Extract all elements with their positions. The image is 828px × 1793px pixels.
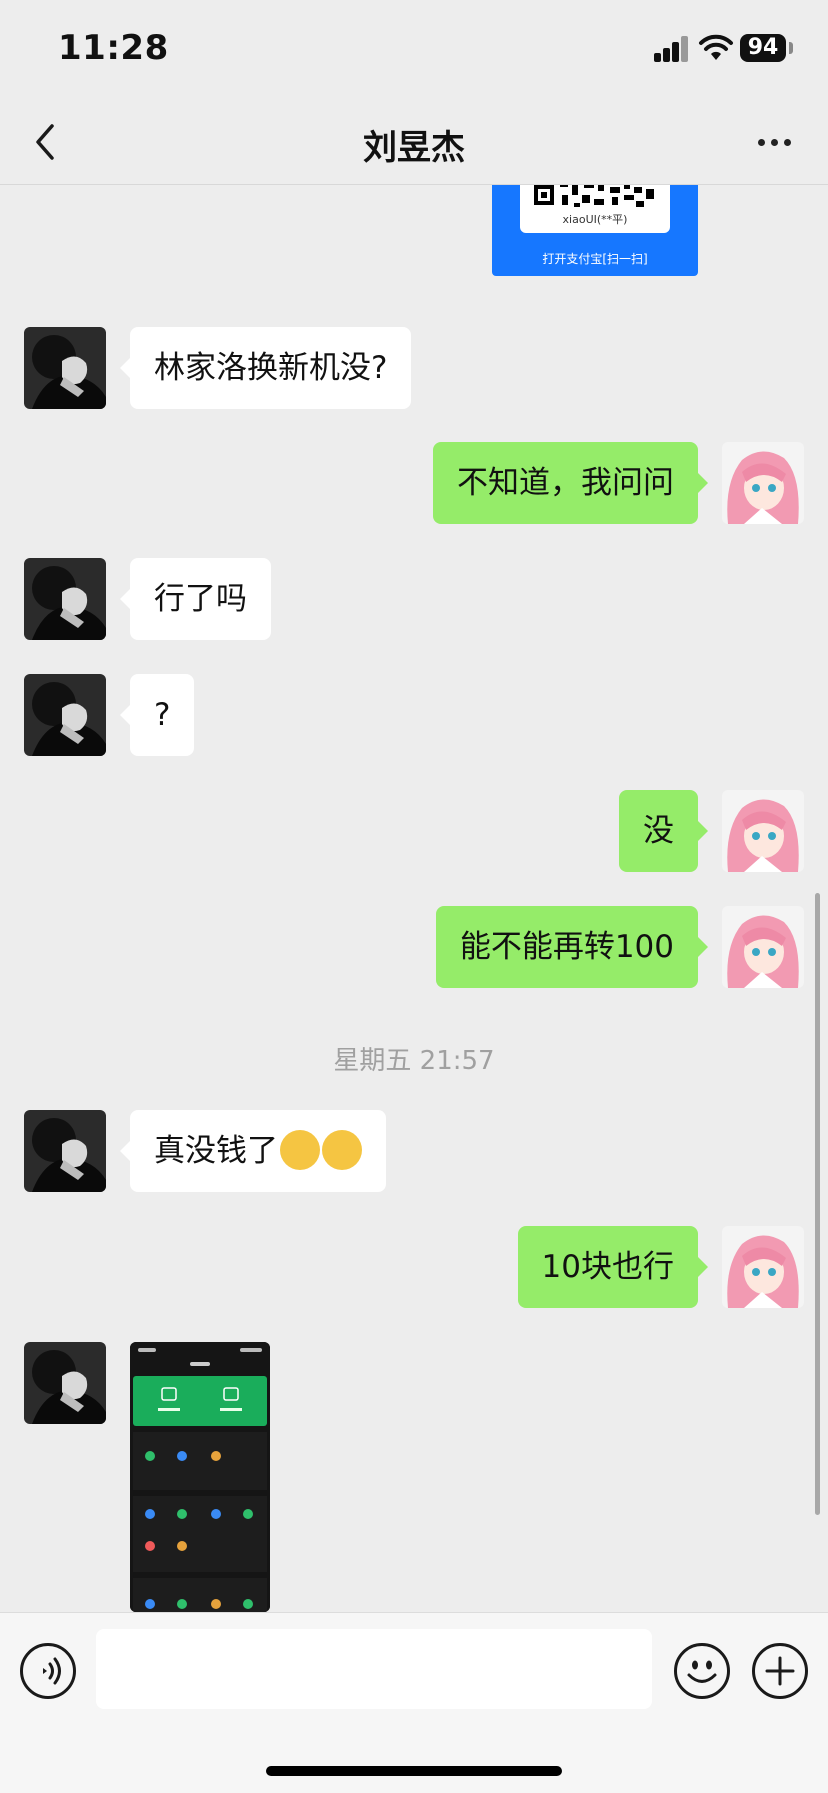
message-bubble-incoming[interactable]: 行了吗 (120, 558, 271, 640)
screenshot-image (130, 1342, 270, 1612)
chat-title: 刘昱杰 (363, 128, 465, 168)
more-button[interactable] (744, 118, 804, 166)
message-list[interactable]: xiaoUI(**平) 打开支付宝[扫一扫] 林家洛换新机没? 不知道，我问问 … (0, 185, 828, 1612)
smiley-icon (687, 1660, 717, 1683)
message-bubble-incoming[interactable]: 真没钱了 (120, 1110, 386, 1192)
message-bubble-outgoing[interactable]: 没 (619, 790, 708, 872)
payment-qr-card[interactable]: xiaoUI(**平) 打开支付宝[扫一扫] (492, 185, 698, 276)
contact-avatar-image (24, 1110, 106, 1192)
contact-avatar[interactable] (24, 1110, 106, 1192)
self-avatar[interactable] (722, 442, 804, 524)
battery-tip (789, 42, 793, 54)
message-bubble-incoming[interactable]: 林家洛换新机没? (119, 327, 412, 409)
battery-icon: 94 (740, 34, 786, 62)
contact-avatar[interactable] (24, 1342, 106, 1424)
qr-code-icon (534, 185, 654, 207)
contact-avatar[interactable] (24, 327, 106, 409)
chat-header: 刘昱杰 (0, 100, 828, 185)
message-input[interactable] (96, 1629, 652, 1709)
qr-account-name: xiaoUI(**平) (562, 213, 628, 226)
message-text: 真没钱了 (154, 1133, 278, 1169)
contact-avatar-image (24, 327, 106, 409)
self-avatar-image (722, 906, 804, 988)
status-time: 11:28 (58, 28, 169, 68)
message-bubble-outgoing[interactable]: 10块也行 (517, 1226, 709, 1308)
contact-avatar-image (24, 674, 106, 756)
self-avatar[interactable] (722, 790, 804, 872)
image-message-thumbnail[interactable] (130, 1342, 270, 1612)
cellular-signal-icon (654, 36, 690, 62)
qr-code-panel: xiaoUI(**平) (520, 185, 670, 233)
voice-input-button[interactable] (20, 1643, 76, 1699)
voice-icon (43, 1657, 61, 1685)
status-bar: 11:28 94 (0, 0, 828, 100)
self-avatar[interactable] (722, 906, 804, 988)
plus-icon (765, 1656, 795, 1686)
message-bubble-incoming[interactable]: ? (119, 674, 195, 756)
emoji-button[interactable] (674, 1643, 730, 1699)
message-timestamp: 星期五 21:57 (333, 1046, 495, 1076)
message-bubble-outgoing[interactable]: 不知道，我问问 (433, 442, 708, 524)
message-bubble-outgoing[interactable]: 能不能再转100 (435, 906, 709, 988)
loudly-crying-emoji-icon (322, 1129, 362, 1170)
contact-avatar[interactable] (24, 674, 106, 756)
contact-avatar-image (24, 1342, 106, 1424)
contact-avatar[interactable] (24, 558, 106, 640)
self-avatar-image (722, 442, 804, 524)
wifi-icon (699, 34, 733, 60)
rolling-laughing-emoji-icon (280, 1129, 320, 1170)
scrollbar[interactable] (815, 893, 820, 1515)
self-avatar-image (722, 1226, 804, 1308)
home-indicator (266, 1766, 562, 1776)
qr-footer-text: 打开支付宝[扫一扫] (542, 252, 648, 266)
more-dots-icon (757, 138, 765, 146)
self-avatar[interactable] (722, 1226, 804, 1308)
contact-avatar-image (24, 558, 106, 640)
self-avatar-image (722, 790, 804, 872)
add-more-button[interactable] (752, 1643, 808, 1699)
